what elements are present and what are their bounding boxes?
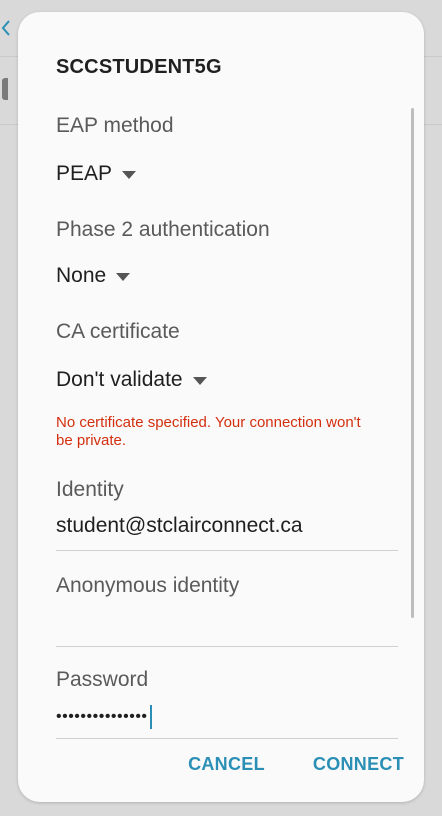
wifi-config-dialog: SCCSTUDENT5G EAP method PEAP Phase 2 aut… xyxy=(18,12,424,802)
eap-method-select[interactable]: PEAP xyxy=(56,162,137,186)
identity-underline xyxy=(56,550,398,551)
password-masked-value: ••••••••••••••• xyxy=(56,708,148,725)
ca-certificate-label: CA certificate xyxy=(56,320,180,343)
screen: SCCSTUDENT5G EAP method PEAP Phase 2 aut… xyxy=(0,0,442,816)
dropdown-triangle-icon xyxy=(116,273,131,281)
phase2-auth-label: Phase 2 authentication xyxy=(56,218,270,241)
connect-button[interactable]: CONNECT xyxy=(313,754,404,775)
eap-method-label: EAP method xyxy=(56,114,174,137)
password-input[interactable]: ••••••••••••••• xyxy=(56,705,152,729)
phase2-auth-select[interactable]: None xyxy=(56,264,131,288)
text-cursor xyxy=(149,705,152,729)
password-underline xyxy=(56,738,398,739)
scrollbar[interactable] xyxy=(411,108,414,618)
dropdown-triangle-icon xyxy=(192,377,207,385)
phase2-auth-value: None xyxy=(56,264,107,287)
certificate-warning-text: No certificate specified. Your connectio… xyxy=(56,414,361,449)
background-glyph xyxy=(2,78,8,100)
ca-certificate-value: Don't validate xyxy=(56,368,183,391)
password-label: Password xyxy=(56,668,149,691)
identity-input[interactable] xyxy=(56,514,396,538)
anonymous-identity-underline xyxy=(56,646,398,647)
ca-certificate-select[interactable]: Don't validate xyxy=(56,368,207,392)
back-chevron-icon[interactable] xyxy=(1,20,10,36)
dropdown-triangle-icon xyxy=(122,171,137,179)
dialog-title: SCCSTUDENT5G xyxy=(56,56,222,78)
eap-method-value: PEAP xyxy=(56,162,113,185)
anonymous-identity-input[interactable] xyxy=(56,612,396,636)
cancel-button[interactable]: CANCEL xyxy=(188,754,265,775)
dialog-actions: CANCEL CONNECT xyxy=(188,754,404,775)
identity-label: Identity xyxy=(56,478,124,501)
anonymous-identity-label: Anonymous identity xyxy=(56,574,240,597)
background-accent-glyph xyxy=(434,20,442,38)
